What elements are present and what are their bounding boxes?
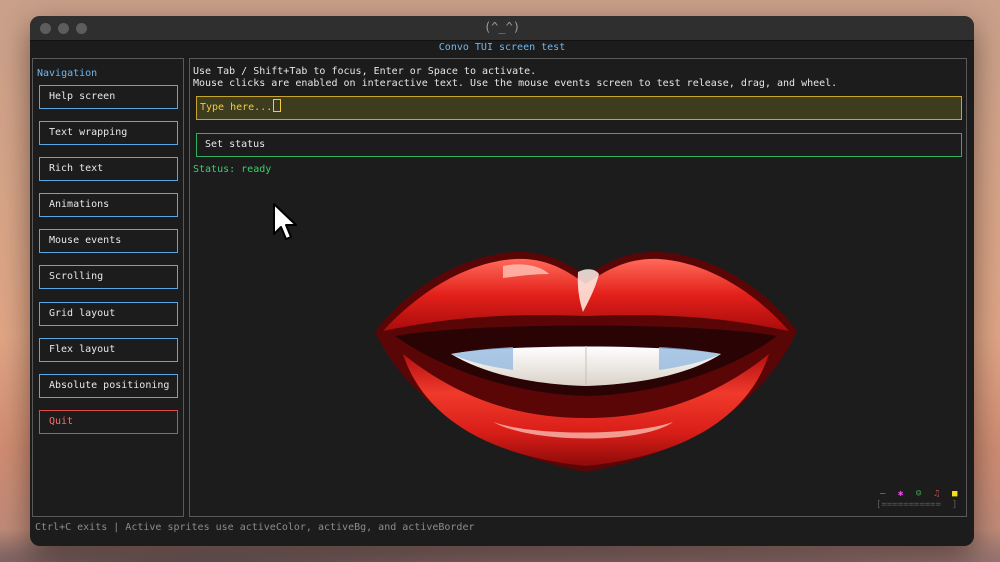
nav-animations[interactable]: Animations — [39, 193, 178, 217]
mini-progress-bar: [=========== ] — [876, 500, 958, 510]
input-placeholder: Type here... — [200, 102, 273, 113]
nav-text-wrapping[interactable]: Text wrapping — [39, 121, 178, 145]
text-input[interactable]: Type here... — [196, 96, 962, 120]
nav-flex-layout[interactable]: Flex layout — [39, 338, 178, 362]
star-icon: ✱ — [898, 489, 904, 499]
nav-rich-text[interactable]: Rich text — [39, 157, 178, 181]
text-cursor-icon — [273, 99, 282, 112]
smiley-icon: ☺ — [916, 489, 922, 499]
footer-hint: Ctrl+C exits | Active sprites use active… — [35, 522, 475, 533]
nav-grid-layout[interactable]: Grid layout — [39, 302, 178, 326]
nav-help-screen[interactable]: Help screen — [39, 85, 178, 109]
nav-scrolling[interactable]: Scrolling — [39, 265, 178, 289]
main-content: Use Tab / Shift+Tab to focus, Enter or S… — [189, 58, 967, 517]
dash-icon: — — [880, 489, 886, 499]
app-header: Convo TUI screen test — [438, 42, 566, 53]
nav-quit[interactable]: Quit — [39, 410, 178, 434]
nav-mouse-events[interactable]: Mouse events — [39, 229, 178, 253]
mouse-pointer-icon — [273, 203, 297, 240]
help-text: Use Tab / Shift+Tab to focus, Enter or S… — [193, 66, 837, 90]
lips-sprite[interactable] — [373, 204, 799, 474]
navigation-sidebar: Navigation Help screen Text wrapping Ric… — [32, 58, 184, 517]
status-text: Status: ready — [193, 164, 272, 175]
set-status-button[interactable]: Set status — [196, 133, 962, 157]
note-icon: ♫ — [934, 489, 940, 499]
nav-absolute-positioning[interactable]: Absolute positioning — [39, 374, 178, 398]
mini-sprites-panel: — ✱ ☺ ♫ ■ [=========== ] — [876, 489, 966, 513]
terminal-window: (^_^) Convo TUI screen test Navigation H… — [30, 16, 974, 546]
window-title: (^_^) — [483, 20, 521, 34]
help-line-2: Mouse clicks are enabled on interactive … — [193, 78, 838, 89]
window-titlebar: (^_^) — [30, 16, 974, 41]
square-icon: ■ — [952, 489, 958, 499]
help-line-1: Use Tab / Shift+Tab to focus, Enter or S… — [193, 66, 537, 77]
navigation-title: Navigation — [37, 68, 98, 79]
